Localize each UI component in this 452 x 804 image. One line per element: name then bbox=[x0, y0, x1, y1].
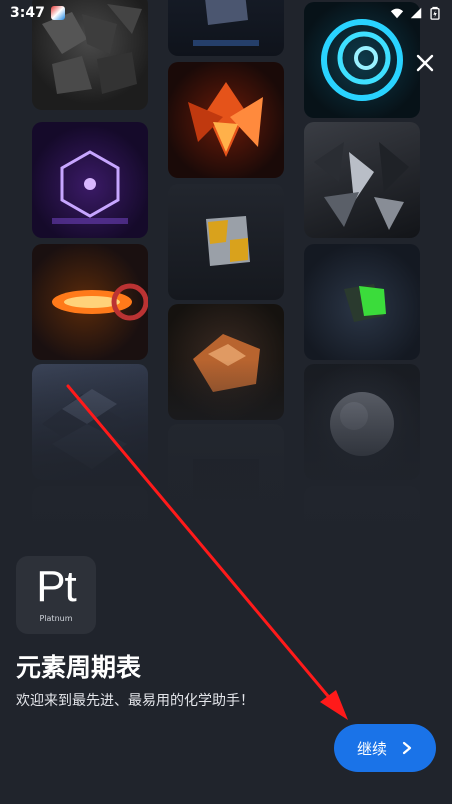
status-time: 3:47 bbox=[10, 5, 45, 21]
status-right bbox=[390, 6, 442, 20]
app-title: 元素周期表 bbox=[16, 653, 142, 682]
app-notification-icon bbox=[50, 6, 65, 20]
cellular-signal-icon bbox=[410, 7, 422, 19]
gallery-fade-overlay bbox=[0, 360, 452, 550]
chevron-right-icon bbox=[402, 741, 412, 755]
wifi-icon bbox=[390, 8, 404, 19]
gallery-tile-purple-hexagon bbox=[32, 122, 148, 238]
continue-button[interactable]: 继续 bbox=[334, 724, 436, 772]
gallery-tile-green-cube bbox=[304, 244, 420, 360]
status-left: 3:47 bbox=[10, 5, 65, 21]
logo-symbol: Pt bbox=[36, 562, 77, 611]
app-logo: Pt Platnum bbox=[16, 556, 96, 634]
gallery-tile-orange-crystals bbox=[168, 62, 284, 178]
status-bar: 3:47 bbox=[0, 0, 452, 26]
logo-element-name: Platnum bbox=[39, 614, 73, 623]
continue-button-label: 继续 bbox=[356, 739, 387, 758]
close-icon[interactable] bbox=[414, 52, 436, 74]
app-subtitle: 欢迎来到最先进、最易用的化学助手！ bbox=[16, 693, 254, 709]
battery-icon bbox=[430, 6, 440, 20]
gallery-tile-gold-dice bbox=[168, 184, 284, 300]
gallery-tile-glowing-coil bbox=[32, 244, 148, 360]
gallery-tile-dark-crystals bbox=[304, 122, 420, 238]
